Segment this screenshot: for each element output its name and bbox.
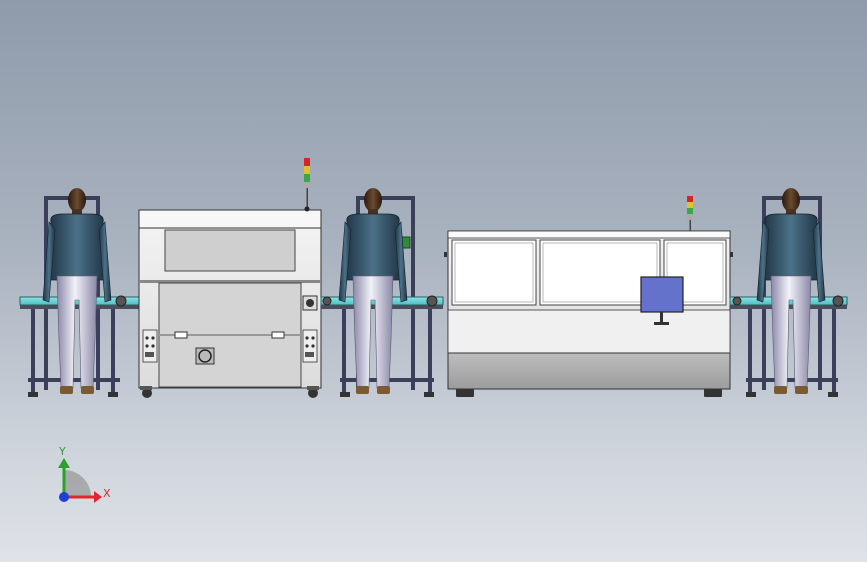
printer-machine [138,209,322,398]
cad-viewport[interactable]: Y X [0,0,867,562]
y-axis-label: Y [58,445,66,458]
x-axis-arrowhead [94,491,102,503]
operator-figure-3 [756,188,826,394]
signal-tower-left [304,158,310,212]
operator-figure-2 [338,188,408,394]
inspection-machine [444,230,733,397]
operator-figure-1 [42,188,112,394]
triad-plane-quadrant [64,470,91,497]
y-axis-arrowhead [58,458,70,468]
coordinate-triad[interactable]: Y X [58,445,111,503]
x-axis-label: X [103,487,111,500]
assembly-drawing: Y X [19,158,848,503]
z-axis-dot [59,492,69,502]
signal-tower-right [687,196,693,231]
